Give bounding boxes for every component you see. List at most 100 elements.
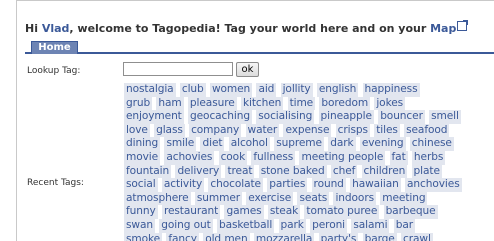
tag-link[interactable]: glass bbox=[154, 123, 185, 138]
tag-link[interactable]: movie bbox=[124, 150, 161, 165]
tag-link[interactable]: chinese bbox=[409, 137, 454, 151]
tag-link[interactable]: meeting people bbox=[299, 150, 386, 165]
tag-link[interactable]: social bbox=[124, 178, 158, 192]
tag-row: atmosphere summer exercise seats indoors… bbox=[124, 191, 484, 206]
tag-link[interactable]: mozzarella bbox=[253, 232, 315, 241]
tag-link[interactable]: old men bbox=[203, 232, 250, 241]
tag-link[interactable]: hawaiian bbox=[350, 178, 401, 192]
tag-link[interactable]: achovies bbox=[164, 150, 215, 165]
tag-row: funny restaurant games steak tomato pure… bbox=[124, 205, 484, 219]
tag-link[interactable]: going out bbox=[159, 218, 213, 233]
tag-link[interactable]: party's bbox=[318, 232, 359, 241]
tag-row: dining smile diet alcohol supreme dark e… bbox=[124, 137, 484, 151]
user-link[interactable]: Vlad bbox=[42, 22, 70, 35]
tag-link[interactable]: children bbox=[361, 164, 408, 179]
tag-link[interactable]: delivery bbox=[175, 164, 222, 179]
tag-link[interactable]: park bbox=[278, 218, 306, 233]
tag-link[interactable]: atmosphere bbox=[124, 191, 191, 206]
tag-link[interactable]: alcohol bbox=[228, 137, 270, 151]
tag-link[interactable]: english bbox=[316, 83, 359, 97]
tag-link[interactable]: company bbox=[189, 123, 242, 138]
tag-link[interactable]: barbeque bbox=[383, 205, 438, 219]
tag-link[interactable]: kitchen bbox=[240, 96, 284, 111]
tag-link[interactable]: smell bbox=[429, 110, 461, 124]
tag-link[interactable]: bar bbox=[393, 218, 415, 233]
tag-link[interactable]: restaurant bbox=[161, 205, 221, 219]
tag-link[interactable]: barge bbox=[362, 232, 397, 241]
tag-link[interactable]: aid bbox=[256, 83, 277, 97]
tag-link[interactable]: activity bbox=[161, 178, 205, 192]
tag-row: nostalgia club women aid jollity english… bbox=[124, 83, 484, 97]
tag-link[interactable]: pineapple bbox=[318, 110, 374, 124]
tag-link[interactable]: crawl bbox=[401, 232, 433, 241]
lookup-tag-label: Lookup Tag: bbox=[27, 66, 81, 76]
tag-link[interactable]: expense bbox=[283, 123, 332, 138]
tag-link[interactable]: exercise bbox=[246, 191, 294, 206]
tag-row: social activity chocolate parties round … bbox=[124, 178, 484, 192]
tag-link[interactable]: socialising bbox=[256, 110, 315, 124]
tag-link[interactable]: smile bbox=[164, 137, 197, 151]
tag-link[interactable]: diet bbox=[200, 137, 225, 151]
tag-link[interactable]: crisps bbox=[335, 123, 370, 138]
tag-link[interactable]: love bbox=[124, 123, 150, 138]
welcome-prefix: Hi bbox=[25, 22, 42, 35]
tag-link[interactable]: nostalgia bbox=[124, 83, 176, 97]
tag-link[interactable]: club bbox=[179, 83, 206, 97]
tag-link[interactable]: anchovies bbox=[405, 178, 462, 192]
tag-link[interactable]: fat bbox=[389, 150, 408, 165]
tag-link[interactable]: supreme bbox=[274, 137, 324, 151]
tag-link[interactable]: time bbox=[287, 96, 316, 111]
map-link[interactable]: Map bbox=[430, 20, 469, 35]
tag-link[interactable]: pleasure bbox=[187, 96, 237, 111]
tag-link[interactable]: fancy bbox=[166, 232, 199, 241]
tag-row: grub ham pleasure kitchen time boredom j… bbox=[124, 96, 484, 111]
tag-link[interactable]: seats bbox=[297, 191, 330, 206]
lookup-tag-input[interactable] bbox=[123, 62, 233, 76]
tag-link[interactable]: dark bbox=[328, 137, 356, 151]
tag-link[interactable]: tomato puree bbox=[304, 205, 380, 219]
tag-link[interactable]: evening bbox=[359, 137, 406, 151]
tab-home[interactable]: Home bbox=[31, 41, 78, 54]
tag-link[interactable]: enjoyment bbox=[124, 110, 184, 124]
tag-link[interactable]: funny bbox=[124, 205, 158, 219]
tag-link[interactable]: geocaching bbox=[188, 110, 252, 124]
tag-link[interactable]: swan bbox=[124, 218, 155, 233]
tag-link[interactable]: indoors bbox=[333, 191, 376, 206]
tag-link[interactable]: steak bbox=[267, 205, 301, 219]
tag-link[interactable]: women bbox=[209, 83, 253, 97]
tag-link[interactable]: meeting bbox=[380, 191, 428, 206]
tag-link[interactable]: fullness bbox=[251, 150, 296, 165]
tag-link[interactable]: parties bbox=[267, 178, 308, 192]
tag-row: love glass company water expense crisps … bbox=[124, 123, 484, 138]
tag-link[interactable]: games bbox=[224, 205, 264, 219]
tag-link[interactable]: chocolate bbox=[208, 178, 263, 192]
tag-link[interactable]: chef bbox=[330, 164, 358, 179]
tag-link[interactable]: bouncer bbox=[378, 110, 425, 124]
tag-link[interactable]: summer bbox=[194, 191, 242, 206]
tag-link[interactable]: boredom bbox=[319, 96, 371, 111]
tag-link[interactable]: seafood bbox=[404, 123, 450, 138]
tag-link[interactable]: plate bbox=[411, 164, 442, 179]
tab-bar bbox=[25, 52, 494, 54]
tag-link[interactable]: happiness bbox=[362, 83, 420, 97]
tag-link[interactable]: salami bbox=[351, 218, 390, 233]
tag-link[interactable]: jollity bbox=[280, 83, 313, 97]
tag-link[interactable]: water bbox=[245, 123, 280, 138]
external-link-icon bbox=[457, 20, 469, 31]
tag-link[interactable]: smoke bbox=[124, 232, 163, 241]
recent-tags-cloud: nostalgia club women aid jollity english… bbox=[124, 83, 484, 241]
tag-link[interactable]: fountain bbox=[124, 164, 172, 179]
tag-link[interactable]: peroni bbox=[310, 218, 348, 233]
tag-link[interactable]: treat bbox=[225, 164, 255, 179]
ok-button[interactable]: ok bbox=[236, 62, 259, 77]
tag-link[interactable]: stone baked bbox=[258, 164, 327, 179]
tag-link[interactable]: round bbox=[311, 178, 346, 192]
tag-link[interactable]: basketball bbox=[216, 218, 275, 233]
tag-link[interactable]: tiles bbox=[374, 123, 400, 138]
tag-link[interactable]: jokes bbox=[374, 96, 406, 111]
tag-link[interactable]: cook bbox=[218, 150, 248, 165]
tag-link[interactable]: herbs bbox=[411, 150, 446, 165]
tag-link[interactable]: ham bbox=[156, 96, 184, 111]
tag-link[interactable]: dining bbox=[124, 137, 161, 151]
tag-link[interactable]: grub bbox=[124, 96, 153, 111]
